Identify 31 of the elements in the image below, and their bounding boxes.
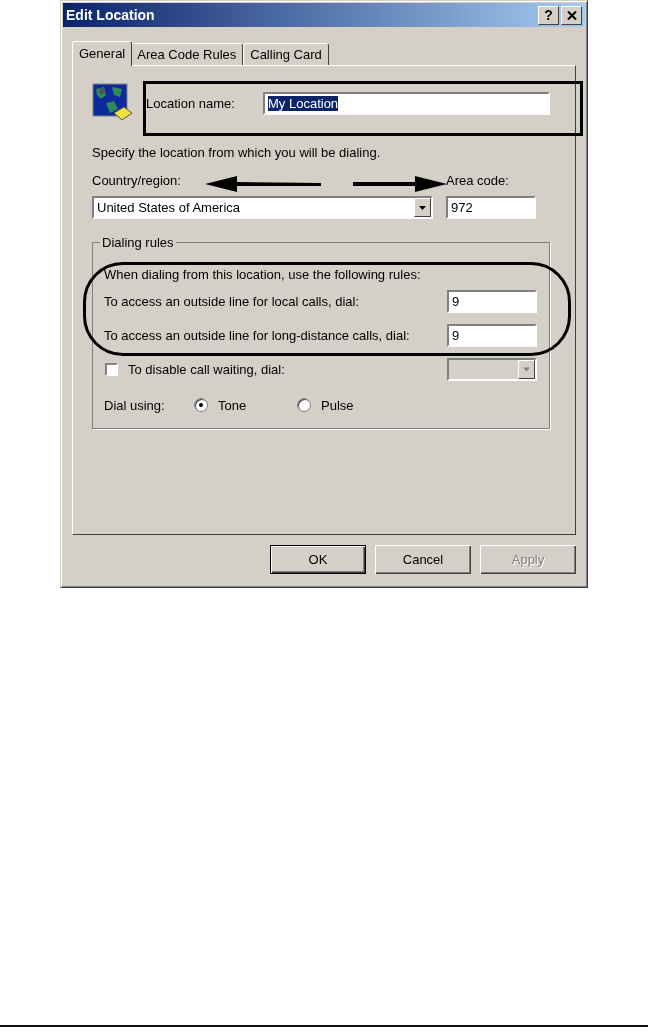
tab[interactable]: Area Code Rules xyxy=(130,43,244,65)
dialog-button[interactable]: Cancel xyxy=(375,545,471,574)
area-code-field[interactable]: 972 xyxy=(446,196,536,219)
field-label: Area code: xyxy=(446,173,509,188)
help-button[interactable]: ? xyxy=(538,5,559,25)
close-icon xyxy=(566,10,577,20)
rule-label: To access an outside line for local calls, dial: xyxy=(104,293,360,309)
radio-label: Tone xyxy=(218,397,247,413)
tab[interactable]: Calling Card xyxy=(243,43,329,65)
rule-label: To access an outside line for long-distance calls, dial: xyxy=(104,327,410,343)
tab[interactable]: General xyxy=(72,41,133,66)
globe-phone-icon xyxy=(92,83,134,123)
close-button[interactable] xyxy=(561,5,582,25)
caret-icon xyxy=(419,205,426,210)
checkbox-label: To disable call waiting, dial: xyxy=(128,361,285,377)
caret-icon xyxy=(523,366,530,372)
field-label: Dial using: xyxy=(104,397,166,413)
window-title: Edit Location xyxy=(66,7,155,23)
radio-button[interactable] xyxy=(194,398,208,412)
group-title: Dialing rules xyxy=(101,235,175,250)
location-name-field[interactable]: My Location xyxy=(263,91,550,115)
instruction-text: Specify the location from which you will be dialing. xyxy=(92,145,382,160)
dial-prefix-field[interactable]: 9 xyxy=(447,289,537,313)
field-label: Country/region: xyxy=(92,173,181,188)
dial-prefix-field[interactable]: 9 xyxy=(447,323,537,347)
radio-label: Pulse xyxy=(321,397,354,413)
intro-text: When dialing from this location, use the following rules: xyxy=(104,267,422,282)
radio-button[interactable] xyxy=(297,398,311,412)
field-label: Location name: xyxy=(146,95,236,111)
country-dropdown[interactable]: United States of America xyxy=(92,196,433,219)
dialog-button[interactable]: OK xyxy=(270,545,366,574)
